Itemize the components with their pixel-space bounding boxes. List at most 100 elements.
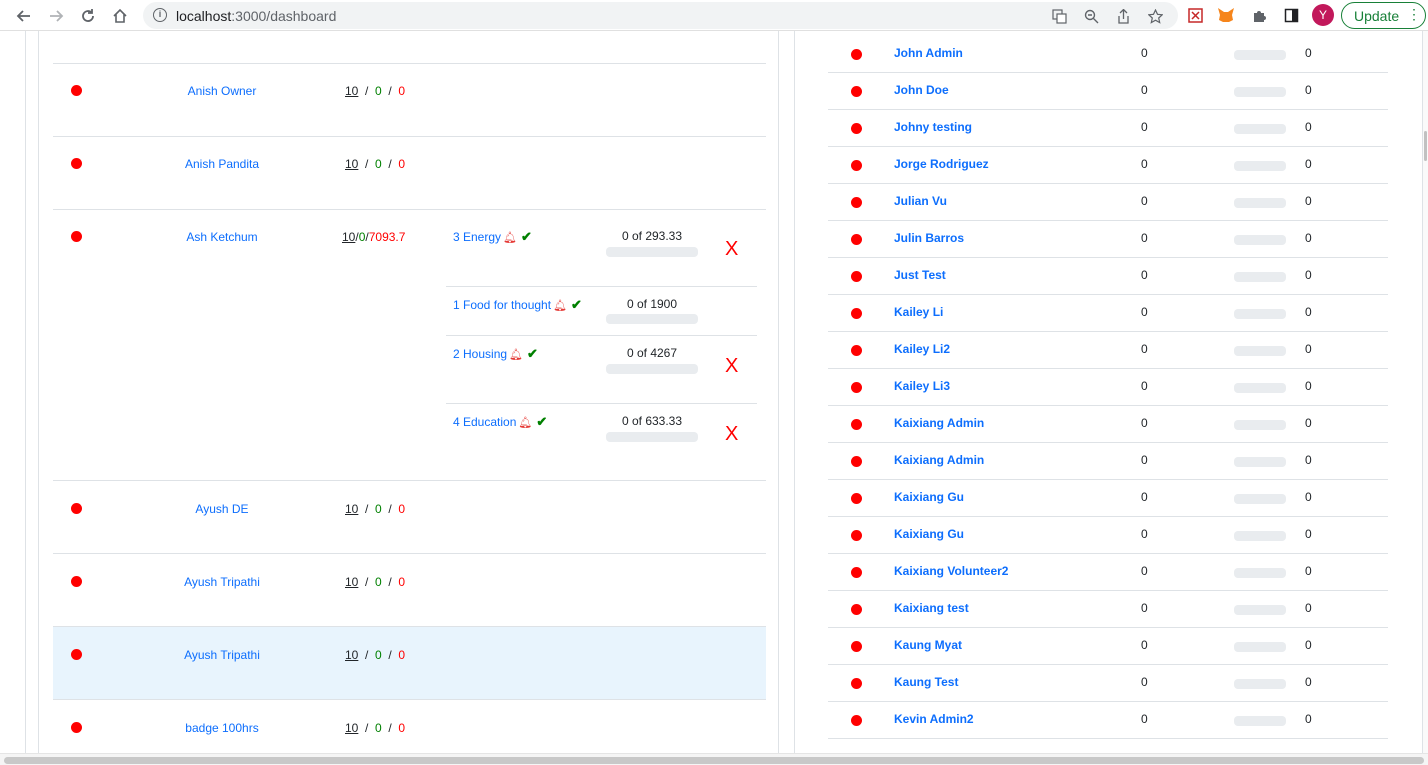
tangible-hours: 0 bbox=[1141, 527, 1148, 541]
hours-summary: 10 / 0 / 0 bbox=[345, 502, 406, 516]
hours-progress-bar bbox=[1234, 568, 1286, 578]
hours-summary: 10/0/7093.7 bbox=[342, 230, 406, 244]
check-icon[interactable]: ✔︎ bbox=[536, 414, 547, 429]
task-link[interactable]: 3 Energy 🔔︎ ✔︎ bbox=[453, 229, 532, 245]
hours-progress-bar bbox=[1234, 87, 1286, 97]
forward-arrow-icon[interactable] bbox=[44, 4, 68, 28]
puzzle-icon[interactable] bbox=[1249, 5, 1269, 25]
tangible-hours: 0 bbox=[1141, 416, 1148, 430]
bell-icon[interactable]: 🔔︎ bbox=[518, 417, 532, 429]
leaderboard-row: Kevin Admin2 0 0 bbox=[828, 702, 1388, 739]
status-dot bbox=[851, 641, 862, 652]
status-dot bbox=[851, 456, 862, 467]
member-name-link[interactable]: Jorge Rodriguez bbox=[894, 157, 989, 171]
leaderboard-row: Jorge Rodriguez 0 0 bbox=[828, 147, 1388, 184]
total-hours: 0 bbox=[1305, 157, 1312, 171]
task-progress-bar bbox=[606, 364, 698, 374]
remove-task-button[interactable]: X bbox=[725, 238, 738, 261]
member-name-link[interactable]: Ayush DE bbox=[142, 502, 302, 516]
bell-icon[interactable]: 🔔︎ bbox=[553, 300, 567, 312]
member-name-link[interactable]: Kailey Li2 bbox=[894, 342, 950, 356]
remove-task-button[interactable]: X bbox=[725, 423, 738, 446]
member-name-link[interactable]: Kaixiang Volunteer2 bbox=[894, 564, 1008, 578]
member-name-link[interactable]: Kaixiang Gu bbox=[894, 527, 964, 541]
address-bar[interactable]: i localhost:3000/dashboard bbox=[143, 2, 1178, 29]
status-dot bbox=[851, 49, 862, 60]
task-link[interactable]: 4 Education 🔔︎ ✔︎ bbox=[453, 414, 547, 430]
member-name-link[interactable]: Kaung Test bbox=[894, 675, 958, 689]
tangible-hours: 0 bbox=[1141, 453, 1148, 467]
leaderboard-row: Julin Barros 0 0 bbox=[828, 221, 1388, 258]
tangible-hours: 0 bbox=[1141, 564, 1148, 578]
member-name-link[interactable]: Ayush Tripathi bbox=[142, 575, 302, 589]
share-icon[interactable] bbox=[1113, 6, 1133, 26]
check-icon[interactable]: ✔︎ bbox=[527, 346, 538, 361]
member-name-link[interactable]: Johny testing bbox=[894, 120, 972, 134]
star-icon[interactable] bbox=[1145, 6, 1165, 26]
member-name-link[interactable]: Kailey Li3 bbox=[894, 379, 950, 393]
leaderboard-row: Kailey Li 0 0 bbox=[828, 295, 1388, 332]
member-name-link[interactable]: Ash Ketchum bbox=[142, 230, 302, 244]
hours-summary: 10 / 0 / 0 bbox=[345, 84, 406, 98]
avatar[interactable]: Y bbox=[1312, 4, 1334, 26]
member-name-link[interactable]: Kaixiang Gu bbox=[894, 490, 964, 504]
check-icon[interactable]: ✔︎ bbox=[571, 297, 582, 312]
reload-icon[interactable] bbox=[76, 4, 100, 28]
member-name-link[interactable]: Julin Barros bbox=[894, 231, 964, 245]
member-name-link[interactable]: John Doe bbox=[894, 83, 949, 97]
task-link[interactable]: 1 Food for thought 🔔︎ ✔︎ bbox=[453, 297, 582, 313]
tangible-hours: 0 bbox=[1141, 305, 1148, 319]
extension-red-icon[interactable] bbox=[1185, 5, 1205, 25]
remove-task-button[interactable]: X bbox=[725, 355, 738, 378]
status-dot bbox=[851, 382, 862, 393]
member-name-link[interactable]: Kaixiang test bbox=[894, 601, 969, 615]
translate-icon[interactable] bbox=[1049, 6, 1069, 26]
tangible-hours: 0 bbox=[1141, 83, 1148, 97]
member-name-link[interactable]: Kaixiang Admin bbox=[894, 453, 984, 467]
task-progress-bar bbox=[606, 432, 698, 442]
member-name-link[interactable]: Ayush Tripathi bbox=[142, 648, 302, 662]
check-icon[interactable]: ✔︎ bbox=[521, 229, 532, 244]
hours-progress-bar bbox=[1234, 457, 1286, 467]
status-dot bbox=[851, 345, 862, 356]
zoom-icon[interactable] bbox=[1081, 6, 1101, 26]
member-name-link[interactable]: Kailey Li bbox=[894, 305, 943, 319]
bell-icon[interactable]: 🔔︎ bbox=[509, 349, 523, 361]
task-item: 1 Food for thought 🔔︎ ✔︎ 0 of 1900 bbox=[446, 287, 757, 336]
status-dot bbox=[71, 576, 82, 587]
status-dot bbox=[71, 649, 82, 660]
member-name-link[interactable]: John Admin bbox=[894, 46, 963, 60]
status-dot bbox=[851, 567, 862, 578]
side-panel-icon[interactable] bbox=[1281, 5, 1301, 25]
leaderboard-row: Kaixiang Admin 0 0 bbox=[828, 406, 1388, 443]
member-name-link[interactable]: Just Test bbox=[894, 268, 946, 282]
status-dot bbox=[71, 158, 82, 169]
hours-progress-bar bbox=[1234, 494, 1286, 504]
member-name-link[interactable]: Julian Vu bbox=[894, 194, 947, 208]
home-icon[interactable] bbox=[108, 4, 132, 28]
task-progress-text: 0 of 4267 bbox=[626, 346, 678, 360]
hours-progress-bar bbox=[1234, 420, 1286, 430]
info-icon[interactable]: i bbox=[153, 8, 167, 22]
leaderboard-row: Julian Vu 0 0 bbox=[828, 184, 1388, 221]
member-name-link[interactable]: Kaung Myat bbox=[894, 638, 962, 652]
total-hours: 0 bbox=[1305, 527, 1312, 541]
member-name-link[interactable]: Kaixiang Admin bbox=[894, 416, 984, 430]
more-menu-icon[interactable]: ⋮ bbox=[1407, 6, 1421, 23]
member-name-link[interactable]: Anish Owner bbox=[142, 84, 302, 98]
member-name-link[interactable]: Kevin Admin2 bbox=[894, 712, 974, 726]
total-hours: 0 bbox=[1305, 379, 1312, 393]
member-name-link[interactable]: badge 100hrs bbox=[142, 721, 302, 735]
vertical-scrollbar[interactable] bbox=[1423, 31, 1428, 753]
hours-progress-bar bbox=[1234, 383, 1286, 393]
total-hours: 0 bbox=[1305, 83, 1312, 97]
back-arrow-icon[interactable] bbox=[12, 4, 36, 28]
task-link[interactable]: 2 Housing 🔔︎ ✔︎ bbox=[453, 346, 538, 362]
horizontal-scrollbar[interactable] bbox=[0, 753, 1428, 765]
bell-icon[interactable]: 🔔︎ bbox=[503, 232, 517, 244]
member-name-link[interactable]: Anish Pandita bbox=[142, 157, 302, 171]
update-button[interactable]: Update ⋮ bbox=[1341, 2, 1426, 29]
fox-extension-icon[interactable] bbox=[1216, 5, 1236, 25]
total-hours: 0 bbox=[1305, 305, 1312, 319]
total-hours: 0 bbox=[1305, 120, 1312, 134]
